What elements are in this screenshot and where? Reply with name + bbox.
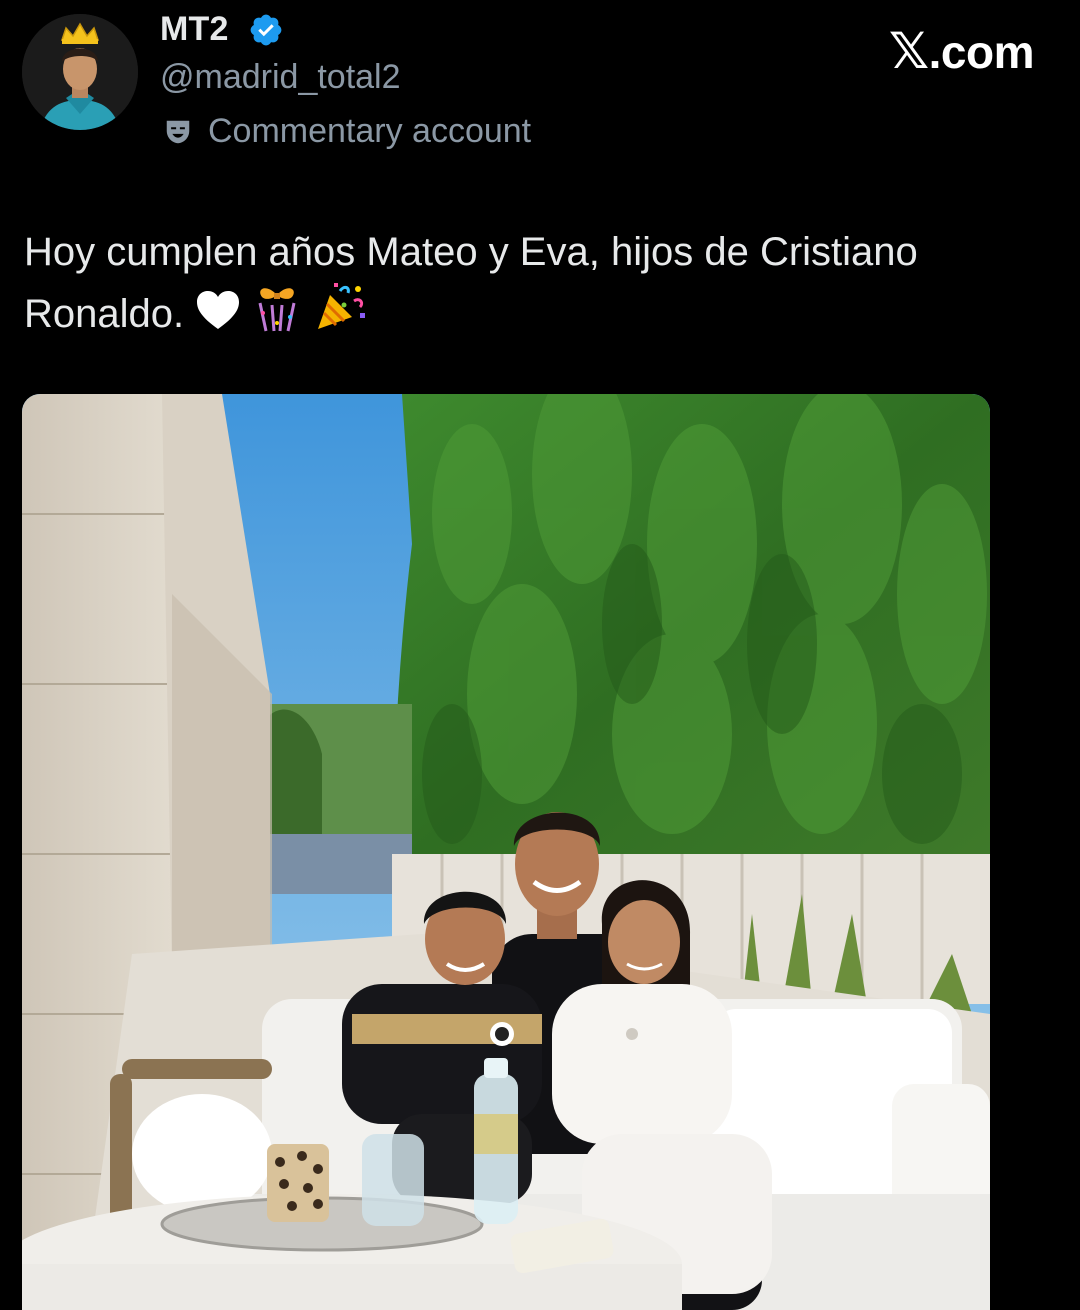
family-photo-image: [22, 394, 990, 1310]
handle[interactable]: @madrid_total2: [160, 58, 401, 97]
post-photo[interactable]: [22, 394, 990, 1310]
post-body: Hoy cumplen años Mateo y Eva, hijos de C…: [24, 230, 918, 336]
profile-photo-icon: [22, 14, 138, 130]
account-label: Commentary account: [208, 112, 532, 150]
verified-badge-icon: [250, 14, 282, 46]
avatar[interactable]: [22, 14, 138, 130]
post-text: Hoy cumplen años Mateo y Eva, hijos de C…: [24, 224, 1034, 349]
theater-mask-icon: [166, 120, 190, 144]
watermark-text: .com: [928, 26, 1035, 78]
x-logo-icon: 𝕏: [888, 22, 929, 80]
display-name[interactable]: MT2: [160, 10, 229, 49]
tweet-screenshot: MT2 @madrid_total2 Commentary account 𝕏.…: [0, 0, 1080, 1310]
x-com-watermark: 𝕏.com: [888, 22, 1035, 80]
ribbon-gift-icon: [252, 283, 302, 349]
white-heart-icon: [195, 289, 241, 349]
party-popper-icon: [314, 281, 368, 349]
